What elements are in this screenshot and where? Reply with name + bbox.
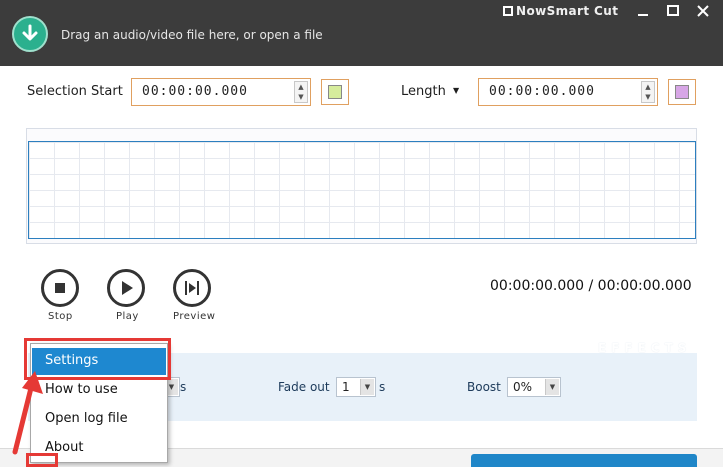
boost-value: 0% (513, 380, 533, 394)
spin-down-icon[interactable]: ▼ (295, 92, 307, 102)
selection-start-label: Selection Start (27, 84, 123, 99)
preview-icon (185, 281, 199, 295)
title-bar: Drag an audio/video file here, or open a… (0, 0, 723, 66)
length-color-swatch (675, 85, 689, 99)
selection-start-value: 00:00:00.000 (142, 84, 248, 99)
fade-out-label: Fade out (278, 380, 330, 394)
annotation-arrow-icon (12, 371, 43, 455)
set-length-button[interactable] (668, 79, 696, 105)
dropdown-arrow-icon[interactable]: ▼ (360, 379, 374, 395)
boost-combo[interactable]: 0% ▼ (507, 377, 561, 397)
length-dropdown[interactable]: Length ▼ (401, 84, 459, 99)
selection-start-spinner[interactable]: ▲ ▼ (294, 81, 308, 103)
fade-out-combo[interactable]: 1 ▼ (336, 377, 376, 397)
spin-down-icon[interactable]: ▼ (642, 92, 654, 102)
spin-up-icon[interactable]: ▲ (295, 82, 307, 92)
app-title-text: NowSmart Cut (516, 4, 619, 18)
boost-label: Boost (467, 380, 501, 394)
length-input[interactable]: 00:00:00.000 ▲ ▼ (478, 78, 658, 106)
play-button[interactable] (107, 269, 145, 307)
download-logo-icon[interactable] (12, 16, 48, 52)
length-label: Length (401, 84, 446, 99)
play-icon (122, 281, 133, 295)
dropdown-arrow-icon[interactable]: ▼ (545, 379, 559, 395)
start-color-swatch (328, 85, 342, 99)
menu-item-how-to-use[interactable]: How to use (32, 377, 166, 404)
playback-position: 00:00:00.000 / 00:00:00.000 (490, 278, 692, 294)
waveform-view[interactable] (28, 141, 696, 239)
spin-up-icon[interactable]: ▲ (642, 82, 654, 92)
maximize-button[interactable] (659, 2, 687, 20)
menu-item-label: How to use (45, 382, 118, 397)
fade-in-unit: s (180, 380, 187, 394)
length-spinner[interactable]: ▲ ▼ (641, 81, 655, 103)
set-start-button[interactable] (321, 79, 349, 105)
preview-label: Preview (173, 311, 216, 322)
stop-label: Stop (48, 311, 73, 322)
selection-start-input[interactable]: 00:00:00.000 ▲ ▼ (131, 78, 311, 106)
menu-item-label: Open log file (45, 411, 128, 426)
minimize-button[interactable] (629, 2, 657, 20)
stop-icon (55, 283, 65, 293)
menu-item-open-log-file[interactable]: Open log file (32, 406, 166, 433)
play-label: Play (116, 311, 139, 322)
effects-title: EFFECTS (598, 341, 692, 355)
open-file-hint[interactable]: Drag an audio/video file here, or open a… (61, 28, 323, 42)
app-title: NowSmart Cut (503, 4, 618, 18)
stop-button[interactable] (41, 269, 79, 307)
dropdown-arrow-icon: ▼ (452, 86, 460, 95)
close-button[interactable] (689, 2, 717, 20)
save-selection-button[interactable] (471, 454, 697, 467)
fade-out-value: 1 (342, 380, 350, 394)
preview-button[interactable] (173, 269, 211, 307)
app-logo-icon (503, 6, 513, 16)
length-value: 00:00:00.000 (489, 84, 595, 99)
fade-out-unit: s (379, 380, 386, 394)
